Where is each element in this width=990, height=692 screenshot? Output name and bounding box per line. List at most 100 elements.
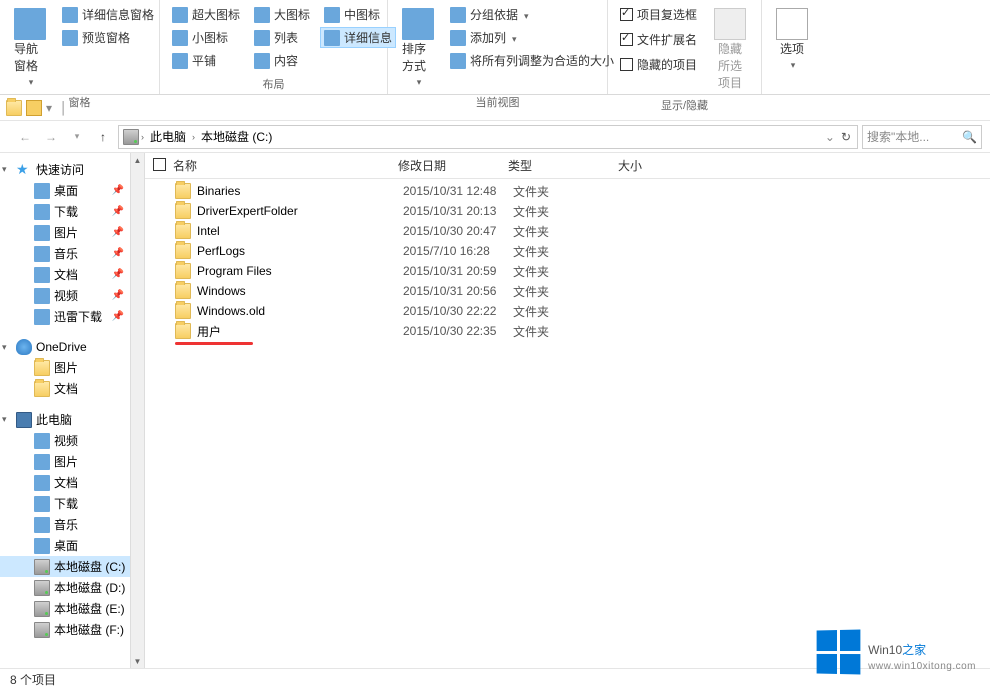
status-text: 8 个项目 (10, 671, 56, 688)
table-row[interactable]: Program Files2015/10/31 20:59文件夹 (145, 261, 990, 281)
sidebar-item[interactable]: 图片 (0, 451, 130, 472)
checkbox-icon (620, 8, 633, 21)
search-icon: 🔍 (962, 130, 977, 144)
fit-columns-icon (450, 53, 466, 69)
sidebar-item-music[interactable]: 音乐📌 (0, 243, 130, 264)
scroll-up-icon[interactable]: ▲ (131, 153, 144, 167)
sidebar-item[interactable]: 音乐 (0, 514, 130, 535)
sidebar-item[interactable]: 本地磁盘 (C:) (0, 556, 130, 577)
table-row[interactable]: 用户2015/10/30 22:35文件夹 (145, 321, 990, 341)
refresh-icon[interactable]: ↻ (841, 130, 851, 144)
sidebar-item[interactable]: 文档 (0, 378, 130, 399)
view-medium-button[interactable]: 中图标 (320, 4, 396, 25)
sidebar-item-pictures[interactable]: 图片📌 (0, 222, 130, 243)
sidebar-scrollbar[interactable]: ▲ ▼ (130, 153, 144, 668)
breadcrumb-this-pc[interactable]: 此电脑 (146, 128, 190, 145)
up-button[interactable]: ↑ (92, 126, 114, 148)
column-name[interactable]: 名称 (173, 157, 398, 174)
sidebar-item[interactable]: 视频 (0, 430, 130, 451)
chevron-down-icon (522, 8, 529, 22)
sidebar-item-videos[interactable]: 视频📌 (0, 285, 130, 306)
sidebar-item[interactable]: 本地磁盘 (D:) (0, 577, 130, 598)
sidebar-item-thunder[interactable]: 迅雷下载📌 (0, 306, 130, 327)
watermark: Win10之家 www.win10xitong.com (816, 630, 976, 674)
column-type[interactable]: 类型 (508, 157, 618, 174)
table-row[interactable]: DriverExpertFolder2015/10/31 20:13文件夹 (145, 201, 990, 221)
cell-name: Binaries (197, 184, 403, 198)
cell-type: 文件夹 (513, 223, 623, 240)
pin-icon: 📌 (112, 269, 124, 280)
folder-icon (175, 303, 191, 319)
add-columns-button[interactable]: 添加列 (446, 27, 618, 48)
folder-icon (34, 433, 50, 449)
view-details-button[interactable]: 详细信息 (320, 27, 396, 48)
forward-button[interactable]: → (40, 126, 62, 148)
sidebar-item[interactable]: 下载 (0, 493, 130, 514)
tree-toggle-icon[interactable]: ▾ (2, 342, 7, 353)
cell-date: 2015/10/31 20:56 (403, 284, 513, 298)
sidebar-item[interactable]: 桌面 (0, 535, 130, 556)
folder-icon (34, 517, 50, 533)
chevron-down-icon (415, 74, 422, 88)
table-row[interactable]: Binaries2015/10/31 12:48文件夹 (145, 181, 990, 201)
back-button[interactable]: ← (14, 126, 36, 148)
sidebar-item[interactable]: 本地磁盘 (F:) (0, 619, 130, 640)
videos-icon (34, 288, 50, 304)
sidebar-this-pc[interactable]: ▾此电脑 (0, 409, 130, 430)
tree-toggle-icon[interactable]: ▾ (2, 164, 7, 175)
sidebar-item-desktop[interactable]: 桌面📌 (0, 180, 130, 201)
item-checkboxes-toggle[interactable]: 项目复选框 (616, 4, 701, 25)
view-large-button[interactable]: 大图标 (250, 4, 314, 25)
view-list-button[interactable]: 列表 (250, 27, 314, 48)
folder-icon (175, 183, 191, 199)
scroll-down-icon[interactable]: ▼ (131, 654, 144, 668)
sidebar-onedrive[interactable]: ▾ OneDrive (0, 337, 130, 357)
table-row[interactable]: Windows2015/10/31 20:56文件夹 (145, 281, 990, 301)
sidebar-quick-access[interactable]: ▾★快速访问 (0, 159, 130, 180)
nav-pane-button[interactable]: 导航窗格 (8, 4, 52, 92)
table-row[interactable]: Intel2015/10/30 20:47文件夹 (145, 221, 990, 241)
content-icon (254, 53, 270, 69)
hidden-items-toggle[interactable]: 隐藏的项目 (616, 54, 701, 75)
address-bar[interactable]: › 此电脑 › 本地磁盘 (C:) ⌄ ↻ (118, 125, 858, 149)
layout-group-label: 布局 (168, 74, 379, 92)
chevron-right-icon: › (192, 132, 195, 142)
table-row[interactable]: PerfLogs2015/7/10 16:28文件夹 (145, 241, 990, 261)
column-size[interactable]: 大小 (618, 157, 698, 174)
breadcrumb-drive[interactable]: 本地磁盘 (C:) (197, 128, 276, 145)
view-small-button[interactable]: 小图标 (168, 27, 244, 48)
column-date[interactable]: 修改日期 (398, 157, 508, 174)
sidebar-item[interactable]: 文档 (0, 472, 130, 493)
options-button[interactable]: 选项 (770, 4, 814, 75)
recent-locations-button[interactable]: ▾ (66, 126, 88, 148)
sidebar-item-label: OneDrive (36, 340, 87, 354)
search-placeholder: 搜索"本地... (867, 128, 929, 145)
sort-by-icon (402, 8, 434, 40)
select-all-checkbox[interactable] (153, 158, 166, 171)
dropdown-icon[interactable]: ⌄ (825, 130, 835, 144)
cell-name: PerfLogs (197, 244, 403, 258)
sidebar-item-documents[interactable]: 文档📌 (0, 264, 130, 285)
sidebar-item[interactable]: 本地磁盘 (E:) (0, 598, 130, 619)
view-tiles-button[interactable]: 平铺 (168, 50, 244, 71)
sidebar-item-label: 下载 (54, 495, 78, 512)
tree-toggle-icon[interactable]: ▾ (2, 414, 7, 425)
add-columns-icon (450, 30, 466, 46)
cell-date: 2015/10/30 22:22 (403, 304, 513, 318)
details-pane-button[interactable]: 详细信息窗格 (58, 4, 158, 25)
view-extra-large-button[interactable]: 超大图标 (168, 4, 244, 25)
fit-columns-button[interactable]: 将所有列调整为合适的大小 (446, 50, 618, 71)
folder-icon (175, 323, 191, 339)
file-ext-toggle[interactable]: 文件扩展名 (616, 29, 701, 50)
preview-pane-button[interactable]: 预览窗格 (58, 27, 158, 48)
table-row[interactable]: Windows.old2015/10/30 22:22文件夹 (145, 301, 990, 321)
cell-date: 2015/10/31 12:48 (403, 184, 513, 198)
search-input[interactable]: 搜索"本地... 🔍 (862, 125, 982, 149)
sort-by-button[interactable]: 排序方式 (396, 4, 440, 92)
view-content-button[interactable]: 内容 (250, 50, 314, 71)
hide-selected-button[interactable]: 隐藏所选项目 (707, 4, 753, 95)
group-by-button[interactable]: 分组依据 (446, 4, 618, 25)
sidebar-item[interactable]: 图片 (0, 357, 130, 378)
main-area: ▾★快速访问桌面📌下载📌图片📌音乐📌文档📌视频📌迅雷下载📌▾OneDrive图片… (0, 153, 990, 668)
sidebar-item-download[interactable]: 下载📌 (0, 201, 130, 222)
